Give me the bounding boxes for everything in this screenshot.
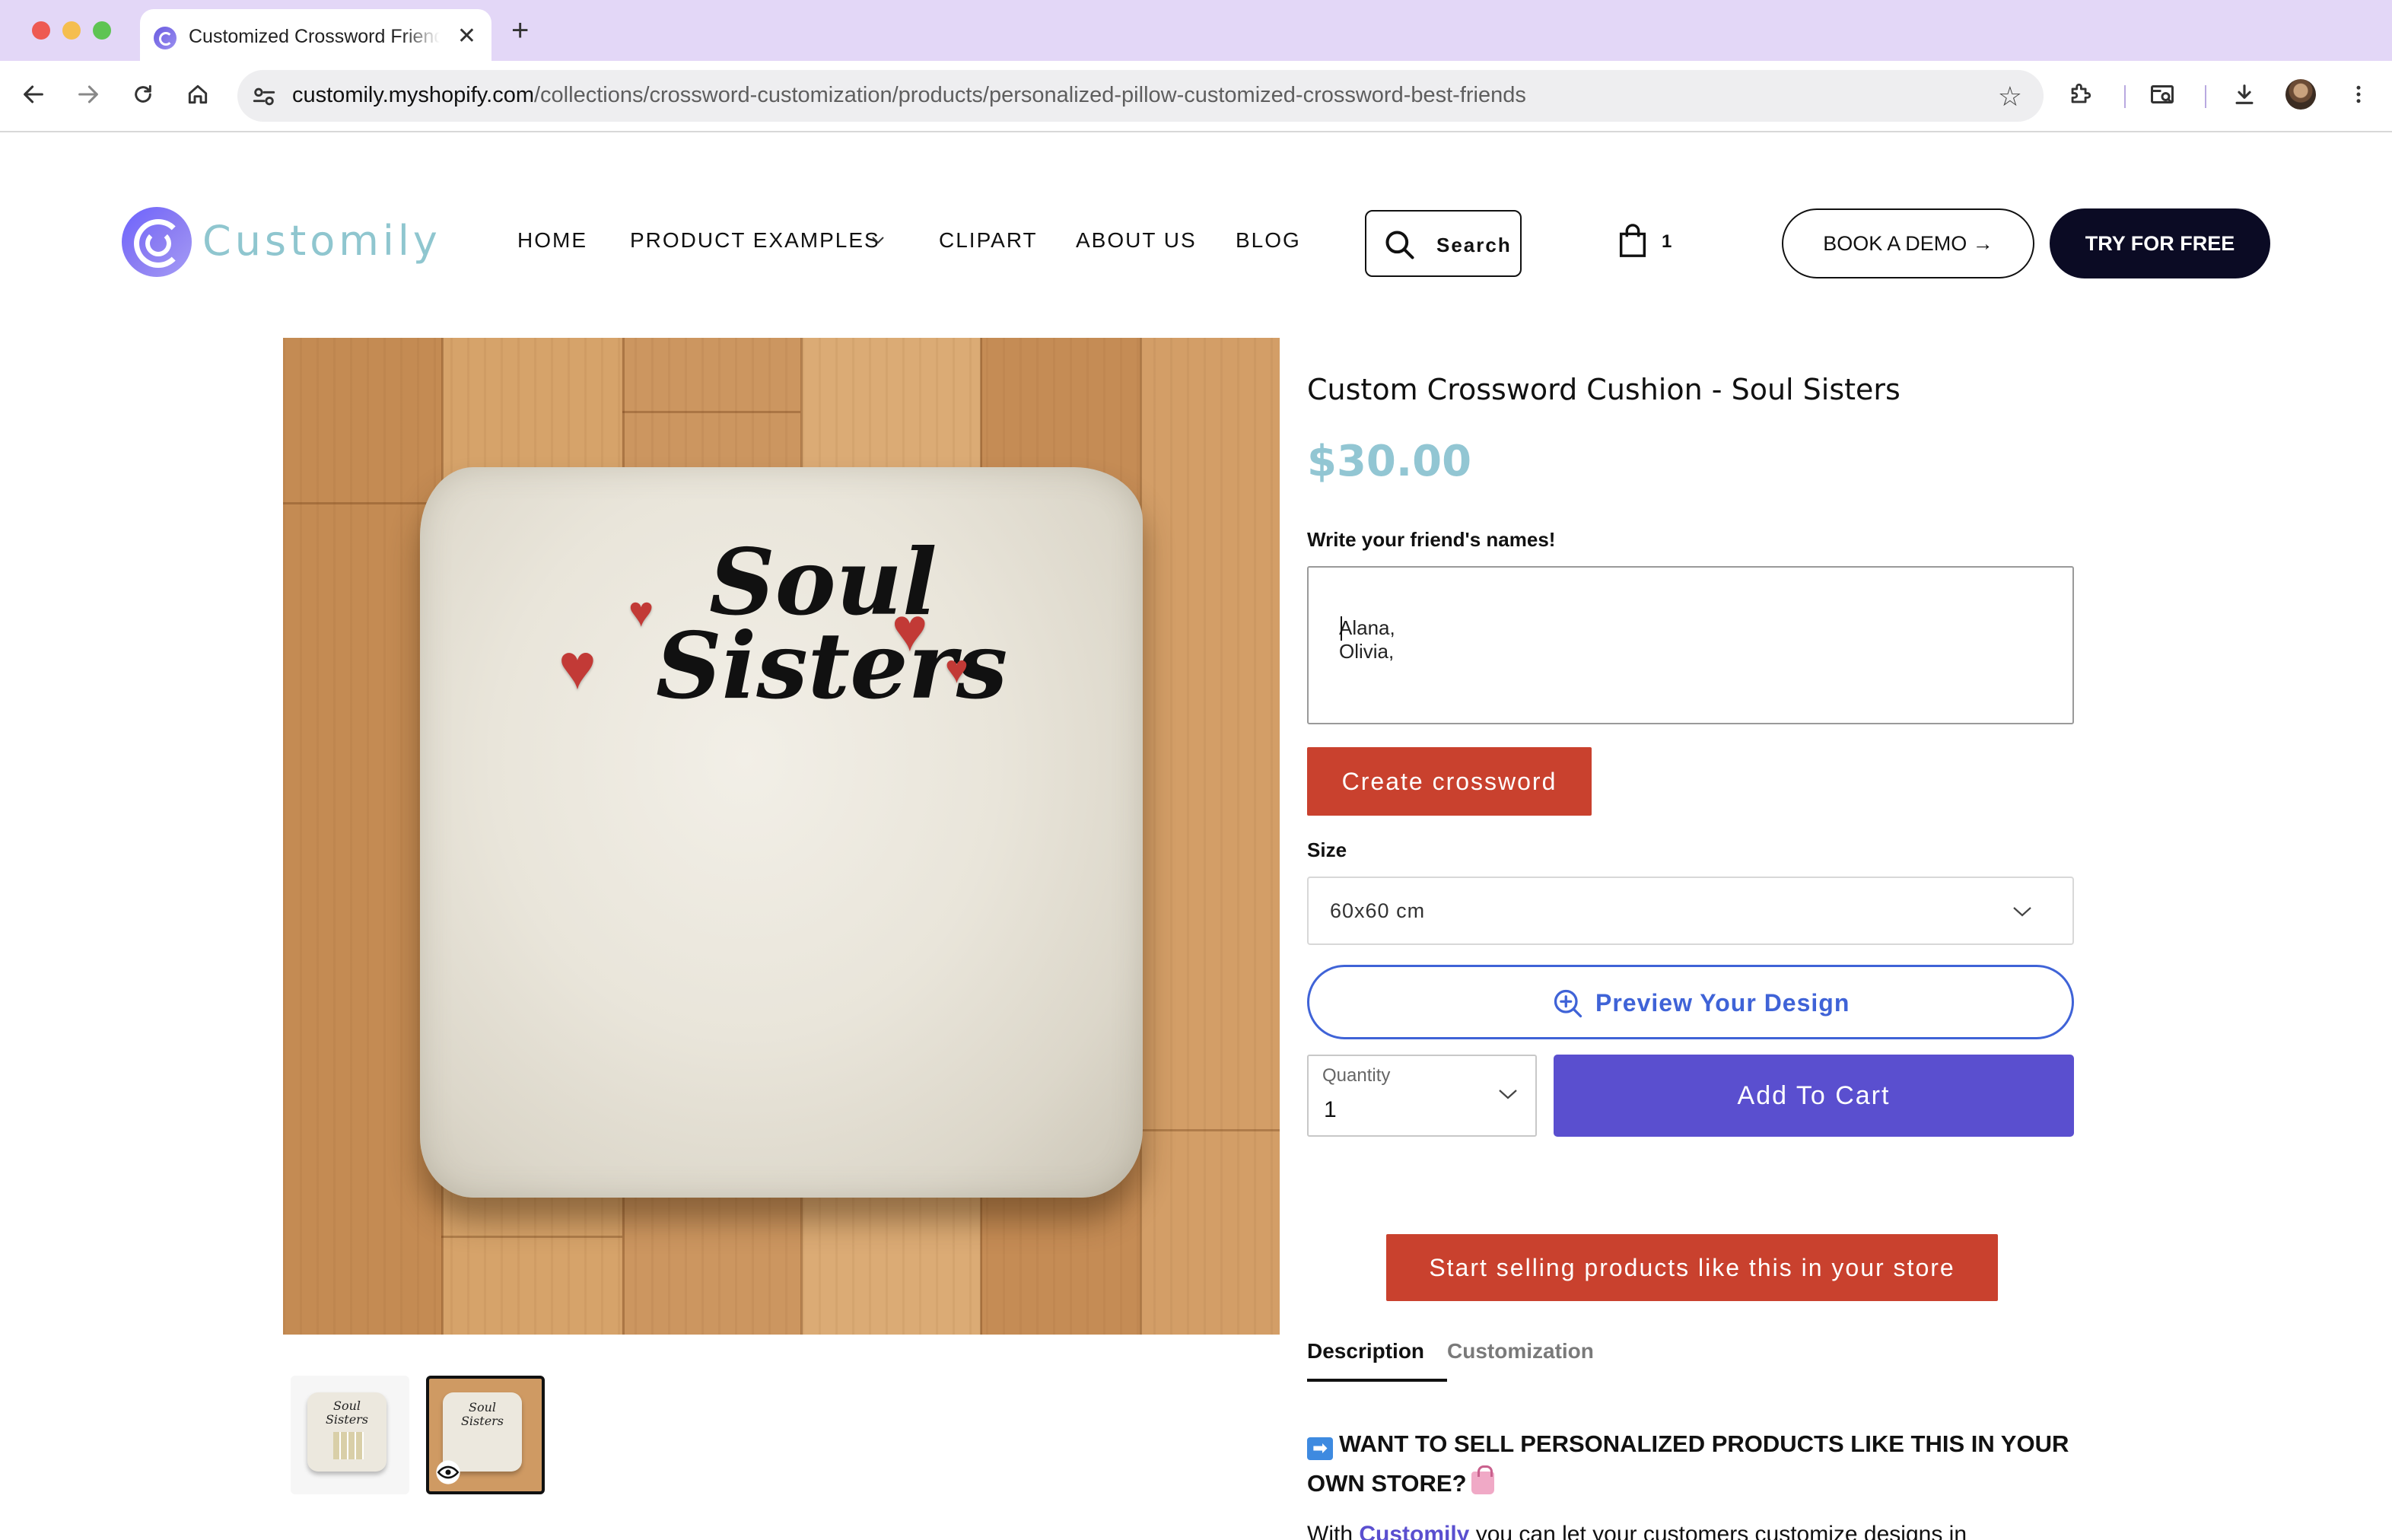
maximize-window-button[interactable] xyxy=(93,21,111,40)
description-heading: ➡ WANT TO SELL PERSONALIZED PRODUCTS LIKE… xyxy=(1307,1424,2076,1503)
wood-plank-seam xyxy=(441,1236,622,1238)
tab-close-icon[interactable]: ✕ xyxy=(457,23,476,49)
browser-tab-active[interactable]: Customized Crossword Friends ✕ xyxy=(140,9,491,61)
nav-home[interactable]: HOME xyxy=(517,228,587,253)
logo-text[interactable]: Customily xyxy=(202,217,441,265)
preview-button-label: Preview Your Design xyxy=(1595,989,1850,1017)
size-select-value: 60x60 cm xyxy=(1330,899,1426,922)
heart-icon: ♥ xyxy=(628,587,654,635)
minimize-window-button[interactable] xyxy=(62,21,81,40)
wood-plank-seam xyxy=(1140,1129,1280,1131)
tab-search-icon[interactable] xyxy=(2145,78,2179,111)
product-main-image[interactable]: Soul Sisters ♥ ♥ ♥ ♥ xyxy=(283,338,1280,1335)
thumbnail-crossword-pillow[interactable]: Soul Sisters xyxy=(291,1376,409,1494)
start-selling-button[interactable]: Start selling products like this in your… xyxy=(1386,1234,1998,1301)
try-for-free-button[interactable]: TRY FOR FREE xyxy=(2050,208,2270,278)
thumbnail-text: Sisters xyxy=(325,1412,369,1427)
toolbar-separator xyxy=(2205,85,2206,108)
heart-icon: ♥ xyxy=(558,631,596,702)
quantity-label: Quantity xyxy=(1322,1065,1391,1086)
thumbnail-text: Sisters xyxy=(460,1414,504,1428)
size-select[interactable]: 60x60 cm xyxy=(1307,877,2074,945)
download-icon[interactable] xyxy=(2228,78,2261,111)
search-icon xyxy=(1385,231,1414,259)
wood-plank-seam xyxy=(622,411,800,413)
names-field-value: Alana, Olivia, xyxy=(1339,616,1395,663)
eye-icon[interactable] xyxy=(435,1459,461,1485)
heart-icon: ♥ xyxy=(945,648,969,692)
heart-icon: ♥ xyxy=(892,596,928,663)
browser-toolbar: customily.myshopify.com/collections/cros… xyxy=(0,61,2392,132)
description-paragraph: With Customily you can let your customer… xyxy=(1307,1522,1967,1540)
zoom-in-icon xyxy=(1554,989,1582,1018)
product-price: $30.00 xyxy=(1307,437,1472,486)
toolbar-separator xyxy=(2124,85,2126,108)
tab-customization[interactable]: Customization xyxy=(1447,1339,1594,1363)
friends-names-textarea[interactable]: Alana, Olivia, xyxy=(1307,566,2074,724)
address-bar[interactable]: customily.myshopify.com/collections/cros… xyxy=(237,70,2044,122)
search-button-label: Search xyxy=(1436,234,1512,256)
chevron-down-icon[interactable] xyxy=(870,233,886,248)
search-button[interactable]: Search xyxy=(1365,210,1522,277)
thumbnail-pillow: Soul Sisters xyxy=(307,1392,386,1472)
book-demo-button[interactable]: BOOK A DEMO → xyxy=(1782,208,2034,278)
back-icon[interactable] xyxy=(17,78,50,111)
shopping-bags-icon xyxy=(1471,1465,1494,1494)
product-title: Custom Crossword Cushion - Soul Sisters xyxy=(1307,373,1901,406)
active-tab-underline xyxy=(1307,1379,1447,1382)
forward-icon[interactable] xyxy=(72,78,105,111)
new-tab-button[interactable]: + xyxy=(511,14,529,48)
thumbnail-wood-pillow[interactable]: Soul Sisters xyxy=(426,1376,545,1494)
site-settings-icon[interactable] xyxy=(251,84,277,110)
cart-count-badge[interactable]: 1 xyxy=(1662,231,1672,253)
shopping-bag-icon[interactable] xyxy=(1617,224,1648,259)
names-field-label: Write your friend's names! xyxy=(1307,528,1556,551)
customily-link[interactable]: Customily xyxy=(1359,1522,1469,1540)
quantity-select[interactable]: Quantity 1 xyxy=(1307,1055,1537,1137)
browser-tab-bar: Customized Crossword Friends ✕ + xyxy=(0,0,2392,61)
nav-product-examples[interactable]: PRODUCT EXAMPLES xyxy=(630,228,880,253)
thumbnail-text: Soul xyxy=(332,1398,361,1413)
menu-icon[interactable] xyxy=(2342,78,2375,111)
customily-favicon-icon xyxy=(154,27,177,49)
bookmark-star-icon[interactable]: ☆ xyxy=(1998,81,2022,113)
wood-plank-seam xyxy=(283,502,441,504)
chevron-down-icon xyxy=(1499,1090,1517,1099)
nav-blog[interactable]: BLOG xyxy=(1236,228,1301,253)
close-window-button[interactable] xyxy=(32,21,50,40)
text-cursor xyxy=(1341,616,1342,641)
create-crossword-button[interactable]: Create crossword xyxy=(1307,747,1592,816)
extensions-icon[interactable] xyxy=(2063,78,2097,111)
nav-clipart[interactable]: CLIPART xyxy=(939,228,1038,253)
description-text: With xyxy=(1307,1522,1360,1540)
preview-design-button[interactable]: Preview Your Design xyxy=(1307,965,2074,1039)
right-arrow-icon: ➡ xyxy=(1307,1437,1333,1460)
quantity-value: 1 xyxy=(1324,1097,1337,1122)
url-text: customily.myshopify.com/collections/cros… xyxy=(292,83,1526,107)
tab-description[interactable]: Description xyxy=(1307,1339,1424,1363)
tab-title: Customized Crossword Friends xyxy=(189,26,440,47)
customily-logo-icon[interactable] xyxy=(122,207,192,277)
size-label: Size xyxy=(1307,838,1347,861)
profile-avatar[interactable] xyxy=(2285,79,2316,110)
description-heading-text: WANT TO SELL PERSONALIZED PRODUCTS LIKE … xyxy=(1307,1430,2069,1497)
add-to-cart-button[interactable]: Add To Cart xyxy=(1554,1055,2074,1137)
reload-icon[interactable] xyxy=(126,78,160,111)
chevron-down-icon xyxy=(2013,907,2031,917)
home-icon[interactable] xyxy=(181,78,215,111)
crossword-grid xyxy=(333,1432,364,1459)
description-text: you can let your customers customize des… xyxy=(1469,1522,1967,1540)
nav-about-us[interactable]: ABOUT US xyxy=(1076,228,1197,253)
thumbnail-text: Soul xyxy=(468,1400,496,1414)
